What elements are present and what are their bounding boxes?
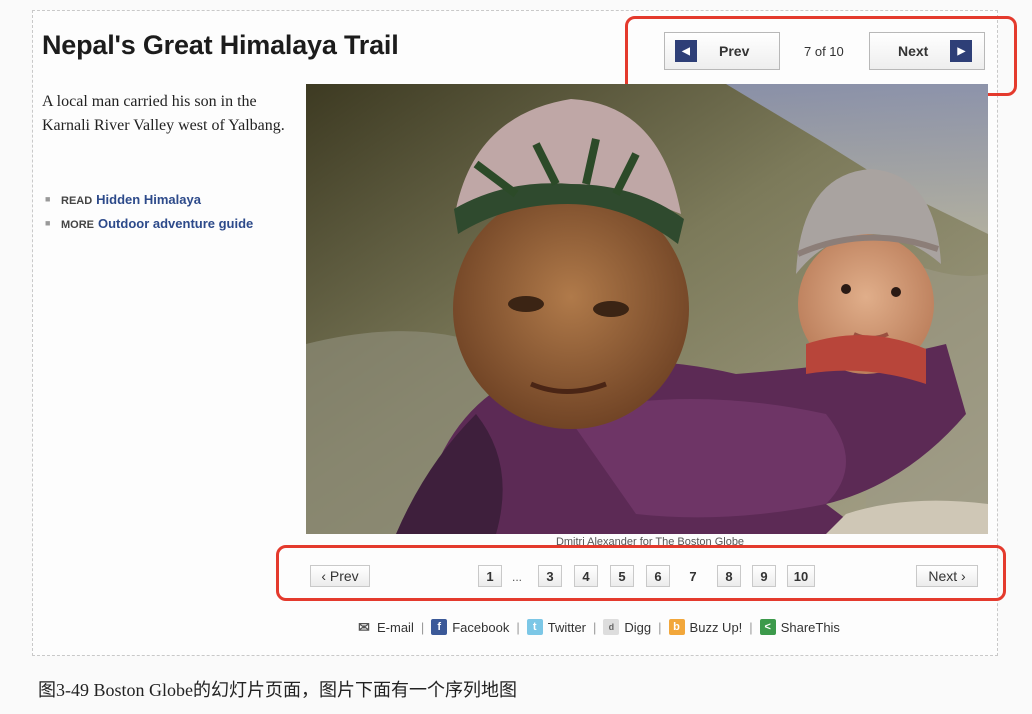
- read-link-item: ■ READ Hidden Himalaya: [45, 192, 201, 207]
- email-label: E-mail: [377, 619, 414, 635]
- facebook-label: Facebook: [452, 619, 510, 635]
- link-kind: READ: [61, 195, 93, 207]
- outdoor-adventure-guide-link[interactable]: Outdoor adventure guide: [98, 216, 253, 231]
- link-kind: MORE: [61, 219, 94, 231]
- separator: |: [516, 619, 520, 635]
- share-bar: ✉ E-mail | f Facebook | t Twitter | d Di…: [356, 616, 840, 638]
- photo-illustration: [306, 84, 988, 534]
- buzzup-label: Buzz Up!: [689, 619, 743, 635]
- separator: |: [749, 619, 753, 635]
- slide-photo[interactable]: [306, 84, 988, 534]
- sharethis-label: ShareThis: [780, 619, 840, 635]
- more-link-item: ■ MORE Outdoor adventure guide: [45, 216, 253, 231]
- mail-icon: ✉: [358, 618, 370, 635]
- separator: |: [593, 619, 597, 635]
- facebook-share[interactable]: f Facebook: [431, 619, 509, 635]
- email-share[interactable]: ✉ E-mail: [356, 619, 414, 635]
- digg-share[interactable]: d Digg: [603, 619, 651, 635]
- sharethis-share[interactable]: < ShareThis: [759, 619, 840, 635]
- digg-icon: d: [603, 619, 620, 635]
- twitter-label: Twitter: [547, 619, 587, 635]
- buzzup-share[interactable]: b Buzz Up!: [668, 619, 743, 635]
- buzzup-icon: b: [668, 619, 685, 635]
- sharethis-icon: <: [759, 619, 776, 635]
- separator: |: [420, 619, 425, 635]
- bullet-icon: ■: [45, 218, 51, 228]
- bullet-icon: ■: [45, 194, 51, 204]
- figure-caption: 图3-49 Boston Globe的幻灯片页面，图片下面有一个序列地图: [38, 680, 517, 700]
- separator: |: [658, 619, 662, 635]
- highlight-box-bottom: [276, 545, 1006, 601]
- twitter-icon: t: [526, 619, 543, 635]
- read-hidden-himalaya-link[interactable]: Hidden Himalaya: [96, 192, 201, 207]
- page-title: Nepal's Great Himalaya Trail: [42, 30, 399, 60]
- photo-caption: A local man carried his son in the Karna…: [42, 93, 285, 134]
- facebook-icon: f: [431, 619, 448, 635]
- digg-label: Digg: [624, 619, 652, 635]
- twitter-share[interactable]: t Twitter: [526, 619, 587, 635]
